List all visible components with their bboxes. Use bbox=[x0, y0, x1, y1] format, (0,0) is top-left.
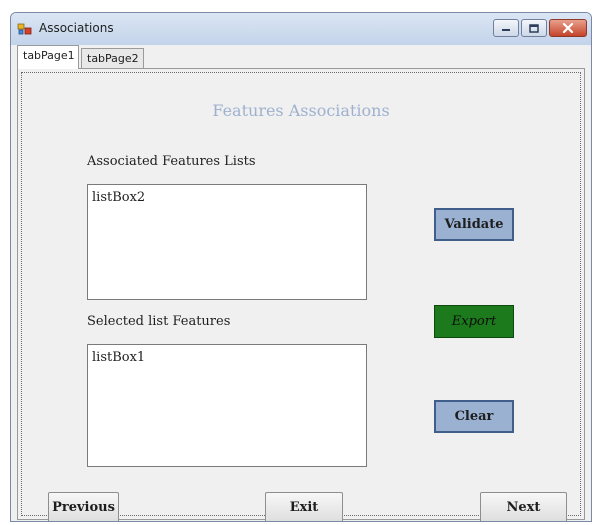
tab-panel: Features Associations Associated Feature… bbox=[17, 68, 585, 521]
selected-features-listbox[interactable]: listBox1 bbox=[87, 344, 367, 467]
close-button[interactable] bbox=[549, 19, 587, 37]
maximize-icon bbox=[529, 23, 539, 33]
exit-button[interactable]: Exit bbox=[265, 492, 343, 521]
associated-features-listbox[interactable]: listBox2 bbox=[87, 184, 367, 300]
validate-button[interactable]: Validate bbox=[434, 208, 514, 241]
previous-button[interactable]: Previous bbox=[48, 492, 119, 521]
associations-window: Associations tabPage1 tabPage2 Features … bbox=[10, 12, 592, 522]
tab-page1[interactable]: tabPage1 bbox=[17, 45, 79, 69]
app-icon bbox=[17, 22, 33, 36]
page-title: Features Associations bbox=[212, 101, 390, 120]
listbox-bottom-text: listBox1 bbox=[92, 350, 146, 365]
minimize-button[interactable] bbox=[493, 19, 519, 37]
title-bar[interactable]: Associations bbox=[11, 13, 591, 46]
listbox-top-text: listBox2 bbox=[92, 190, 146, 205]
window-title: Associations bbox=[39, 21, 114, 35]
close-icon bbox=[562, 23, 574, 33]
minimize-icon bbox=[502, 29, 510, 31]
tab-strip: tabPage1 tabPage2 bbox=[11, 45, 591, 69]
tab-page2[interactable]: tabPage2 bbox=[81, 48, 144, 69]
selected-features-label: Selected list Features bbox=[87, 314, 231, 329]
next-button[interactable]: Next bbox=[480, 492, 567, 521]
clear-button[interactable]: Clear bbox=[434, 400, 514, 433]
export-button[interactable]: Export bbox=[434, 305, 514, 338]
maximize-button[interactable] bbox=[521, 19, 547, 37]
associated-features-label: Associated Features Lists bbox=[87, 154, 256, 169]
